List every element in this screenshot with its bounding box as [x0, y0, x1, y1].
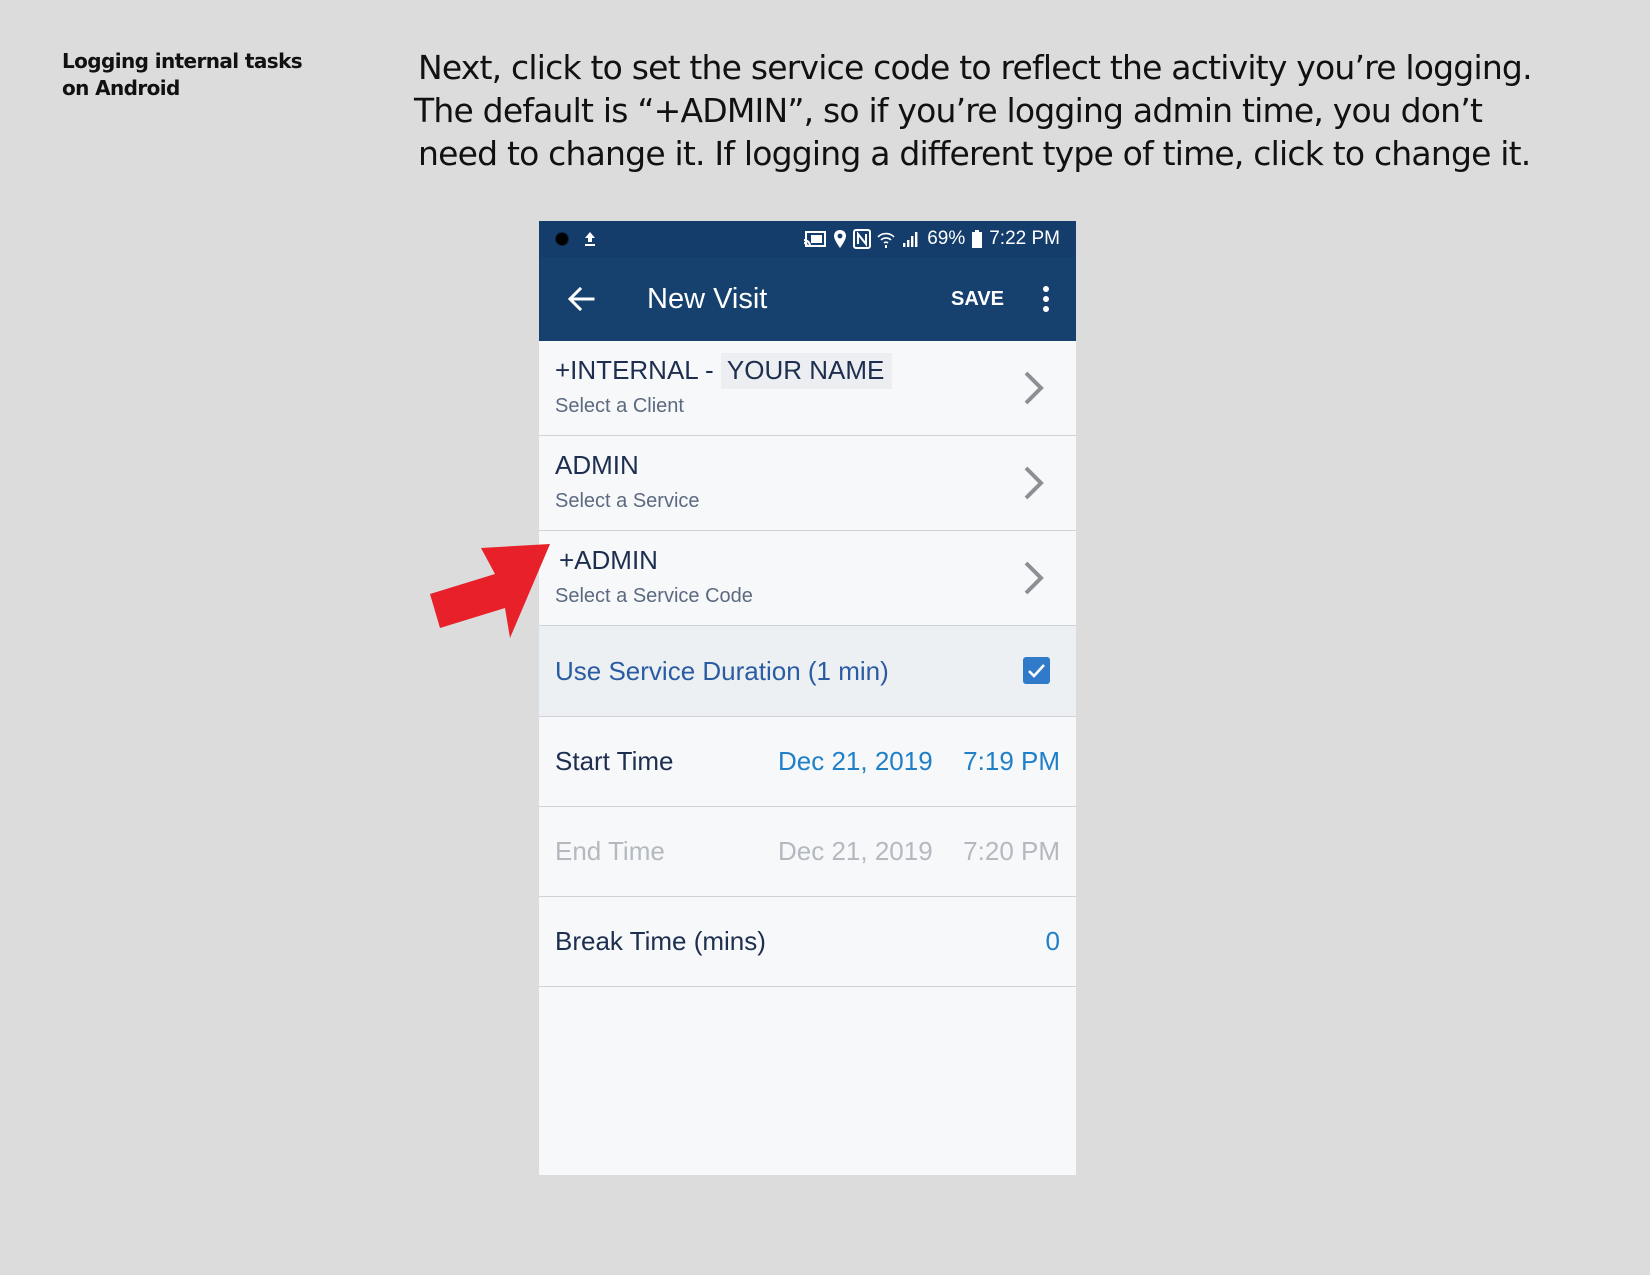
- break-time-row[interactable]: Break Time (mins) 0: [539, 897, 1076, 987]
- chevron-right-icon: [1024, 466, 1044, 500]
- break-time-label: Break Time (mins): [555, 926, 766, 956]
- service-value: ADMIN: [555, 450, 639, 480]
- battery-icon: [972, 230, 983, 248]
- start-time-row: Start Time Dec 21, 2019 7:19 PM: [539, 717, 1076, 807]
- app-title: New Visit: [647, 283, 768, 315]
- service-hint: Select a Service: [555, 490, 700, 512]
- save-button[interactable]: SAVE: [951, 257, 1004, 341]
- wifi-icon: [877, 232, 895, 248]
- service-code-hint: Select a Service Code: [555, 585, 753, 607]
- instruction-line: The default is “+ADMIN”, so if you’re lo…: [414, 91, 1483, 130]
- service-duration-row[interactable]: Use Service Duration (1 min): [539, 626, 1076, 717]
- battery-percent: 69%: [927, 228, 966, 249]
- phone-screen: 69% 7:22 PM New Visit SAVE +INTERNAL - Y…: [539, 221, 1076, 1175]
- instructions: Next, click to set the service code to r…: [414, 46, 1558, 175]
- more-vert-icon[interactable]: [1038, 285, 1054, 313]
- chevron-right-icon: [1024, 371, 1044, 405]
- client-hint: Select a Client: [555, 395, 684, 417]
- client-name: YOUR NAME: [720, 353, 893, 389]
- client-row[interactable]: +INTERNAL - YOUR NAME Select a Client: [539, 341, 1076, 436]
- start-date-value[interactable]: Dec 21, 2019: [778, 717, 933, 806]
- service-code-value: +ADMIN: [559, 545, 658, 575]
- start-time-label: Start Time: [555, 746, 674, 776]
- start-time-value[interactable]: 7:19 PM: [963, 717, 1060, 806]
- signal-icon: [903, 232, 918, 247]
- break-time-value[interactable]: 0: [1046, 897, 1060, 986]
- callout-arrow-icon: [430, 544, 550, 638]
- status-bar: 69% 7:22 PM: [539, 221, 1076, 257]
- app-bar: New Visit SAVE: [539, 257, 1076, 341]
- service-duration-label: Use Service Duration (1 min): [555, 656, 889, 686]
- side-title: Logging internal tasks on Android: [62, 49, 303, 100]
- service-duration-checkbox[interactable]: [1023, 657, 1050, 684]
- instruction-line: Next, click to set the service code to r…: [418, 48, 1533, 87]
- nfc-icon: [853, 229, 872, 249]
- client-value: +INTERNAL - YOUR NAME: [555, 353, 893, 389]
- chevron-right-icon: [1024, 561, 1044, 595]
- service-code-row[interactable]: +ADMIN Select a Service Code: [539, 531, 1076, 626]
- back-arrow-icon[interactable]: [565, 283, 597, 315]
- location-icon: [834, 230, 847, 248]
- end-time-value: 7:20 PM: [963, 836, 1060, 866]
- upload-icon: [585, 232, 595, 246]
- checkmark-icon: [1028, 664, 1045, 678]
- client-prefix: +INTERNAL -: [555, 355, 714, 385]
- instruction-line: need to change it. If logging a differen…: [418, 134, 1531, 173]
- camera-dot-icon: [555, 232, 569, 246]
- end-time-row: End Time Dec 21, 2019 7:20 PM: [539, 807, 1076, 897]
- end-date-value: Dec 21, 2019: [778, 836, 933, 866]
- service-row[interactable]: ADMIN Select a Service: [539, 436, 1076, 531]
- end-time-label: End Time: [555, 836, 665, 866]
- cast-icon: [804, 231, 827, 247]
- status-time: 7:22 PM: [989, 228, 1060, 249]
